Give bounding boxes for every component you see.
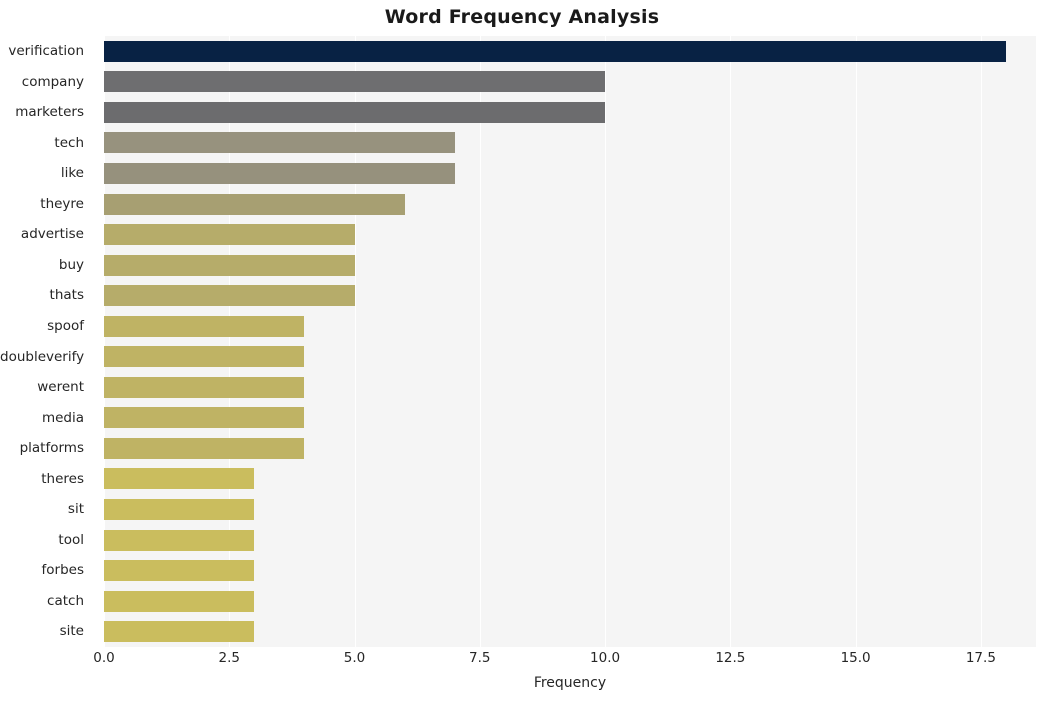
bar-row (104, 525, 1036, 556)
x-tick-label: 7.5 (469, 650, 491, 666)
x-axis-tick-labels: 0.0 2.5 5.0 7.5 10.0 12.5 15.0 17.5 (93, 650, 1036, 670)
x-tick-label: 5.0 (343, 650, 366, 666)
bar (104, 407, 305, 429)
y-tick-label: site (59, 623, 84, 640)
y-tick-label: media (41, 409, 84, 426)
y-tick-label: theyre (40, 195, 84, 212)
bar-row (104, 280, 1036, 311)
bar-row (104, 219, 1036, 250)
bar-row (104, 250, 1036, 281)
bar-row (104, 311, 1036, 342)
bar (104, 193, 405, 215)
bar (104, 101, 606, 123)
y-tick-label: tool (58, 531, 84, 548)
y-tick-label: sit (67, 501, 84, 518)
bar (104, 590, 255, 612)
y-tick-label: doubleverify (0, 348, 85, 365)
y-axis-tick-labels: verification company marketers tech like they… (0, 36, 94, 647)
y-tick-label: advertise (20, 226, 84, 243)
bar-row (104, 128, 1036, 159)
bar-row (104, 494, 1036, 525)
bar (104, 132, 455, 154)
bar (104, 40, 1006, 62)
bar-row (104, 189, 1036, 220)
x-tick-label: 12.5 (715, 650, 746, 666)
bar (104, 346, 305, 368)
y-tick-label: spoof (47, 317, 84, 334)
bar-row (104, 403, 1036, 434)
x-tick-label: 15.0 (840, 650, 871, 666)
y-tick-label: company (21, 73, 84, 90)
bar (104, 71, 606, 93)
bar-row (104, 464, 1036, 495)
bar-row (104, 36, 1036, 67)
y-tick-label: thats (49, 287, 84, 304)
bar-row (104, 555, 1036, 586)
y-tick-label: marketers (15, 104, 84, 121)
y-tick-label: buy (58, 256, 84, 273)
bar-row (104, 616, 1036, 647)
bar-row (104, 158, 1036, 189)
bar-row (104, 97, 1036, 128)
bar (104, 468, 255, 490)
bar-row (104, 372, 1036, 403)
bar-row (104, 586, 1036, 617)
bar (104, 162, 455, 184)
x-axis-title: Frequency (533, 675, 607, 691)
y-tick-label: platforms (19, 440, 84, 457)
bar (104, 529, 255, 551)
chart-title: Word Frequency Analysis (384, 6, 660, 28)
x-tick-label: 0.0 (93, 650, 115, 666)
plot-area (104, 36, 1036, 647)
x-tick-label: 2.5 (218, 650, 241, 666)
bar (104, 437, 305, 459)
bar-row (104, 342, 1036, 373)
y-tick-label: verification (8, 43, 84, 59)
y-tick-label: tech (54, 134, 84, 151)
x-tick-label: 10.0 (590, 650, 621, 666)
bar-row (104, 433, 1036, 464)
y-tick-label: werent (37, 379, 84, 396)
y-tick-label: catch (47, 592, 84, 609)
x-tick-label: 17.5 (965, 650, 996, 666)
bar (104, 499, 255, 521)
bar (104, 285, 355, 307)
bar-row (104, 67, 1036, 98)
bar (104, 376, 305, 398)
bar (104, 315, 305, 337)
chart-figure: Word Frequency Analysis verification comp… (0, 0, 1044, 701)
y-tick-label: forbes (41, 562, 84, 579)
y-tick-label: theres (41, 470, 84, 487)
bar (104, 254, 355, 276)
bar (104, 621, 255, 643)
bar (104, 224, 355, 246)
bar (104, 560, 255, 582)
y-tick-label: like (60, 165, 84, 182)
